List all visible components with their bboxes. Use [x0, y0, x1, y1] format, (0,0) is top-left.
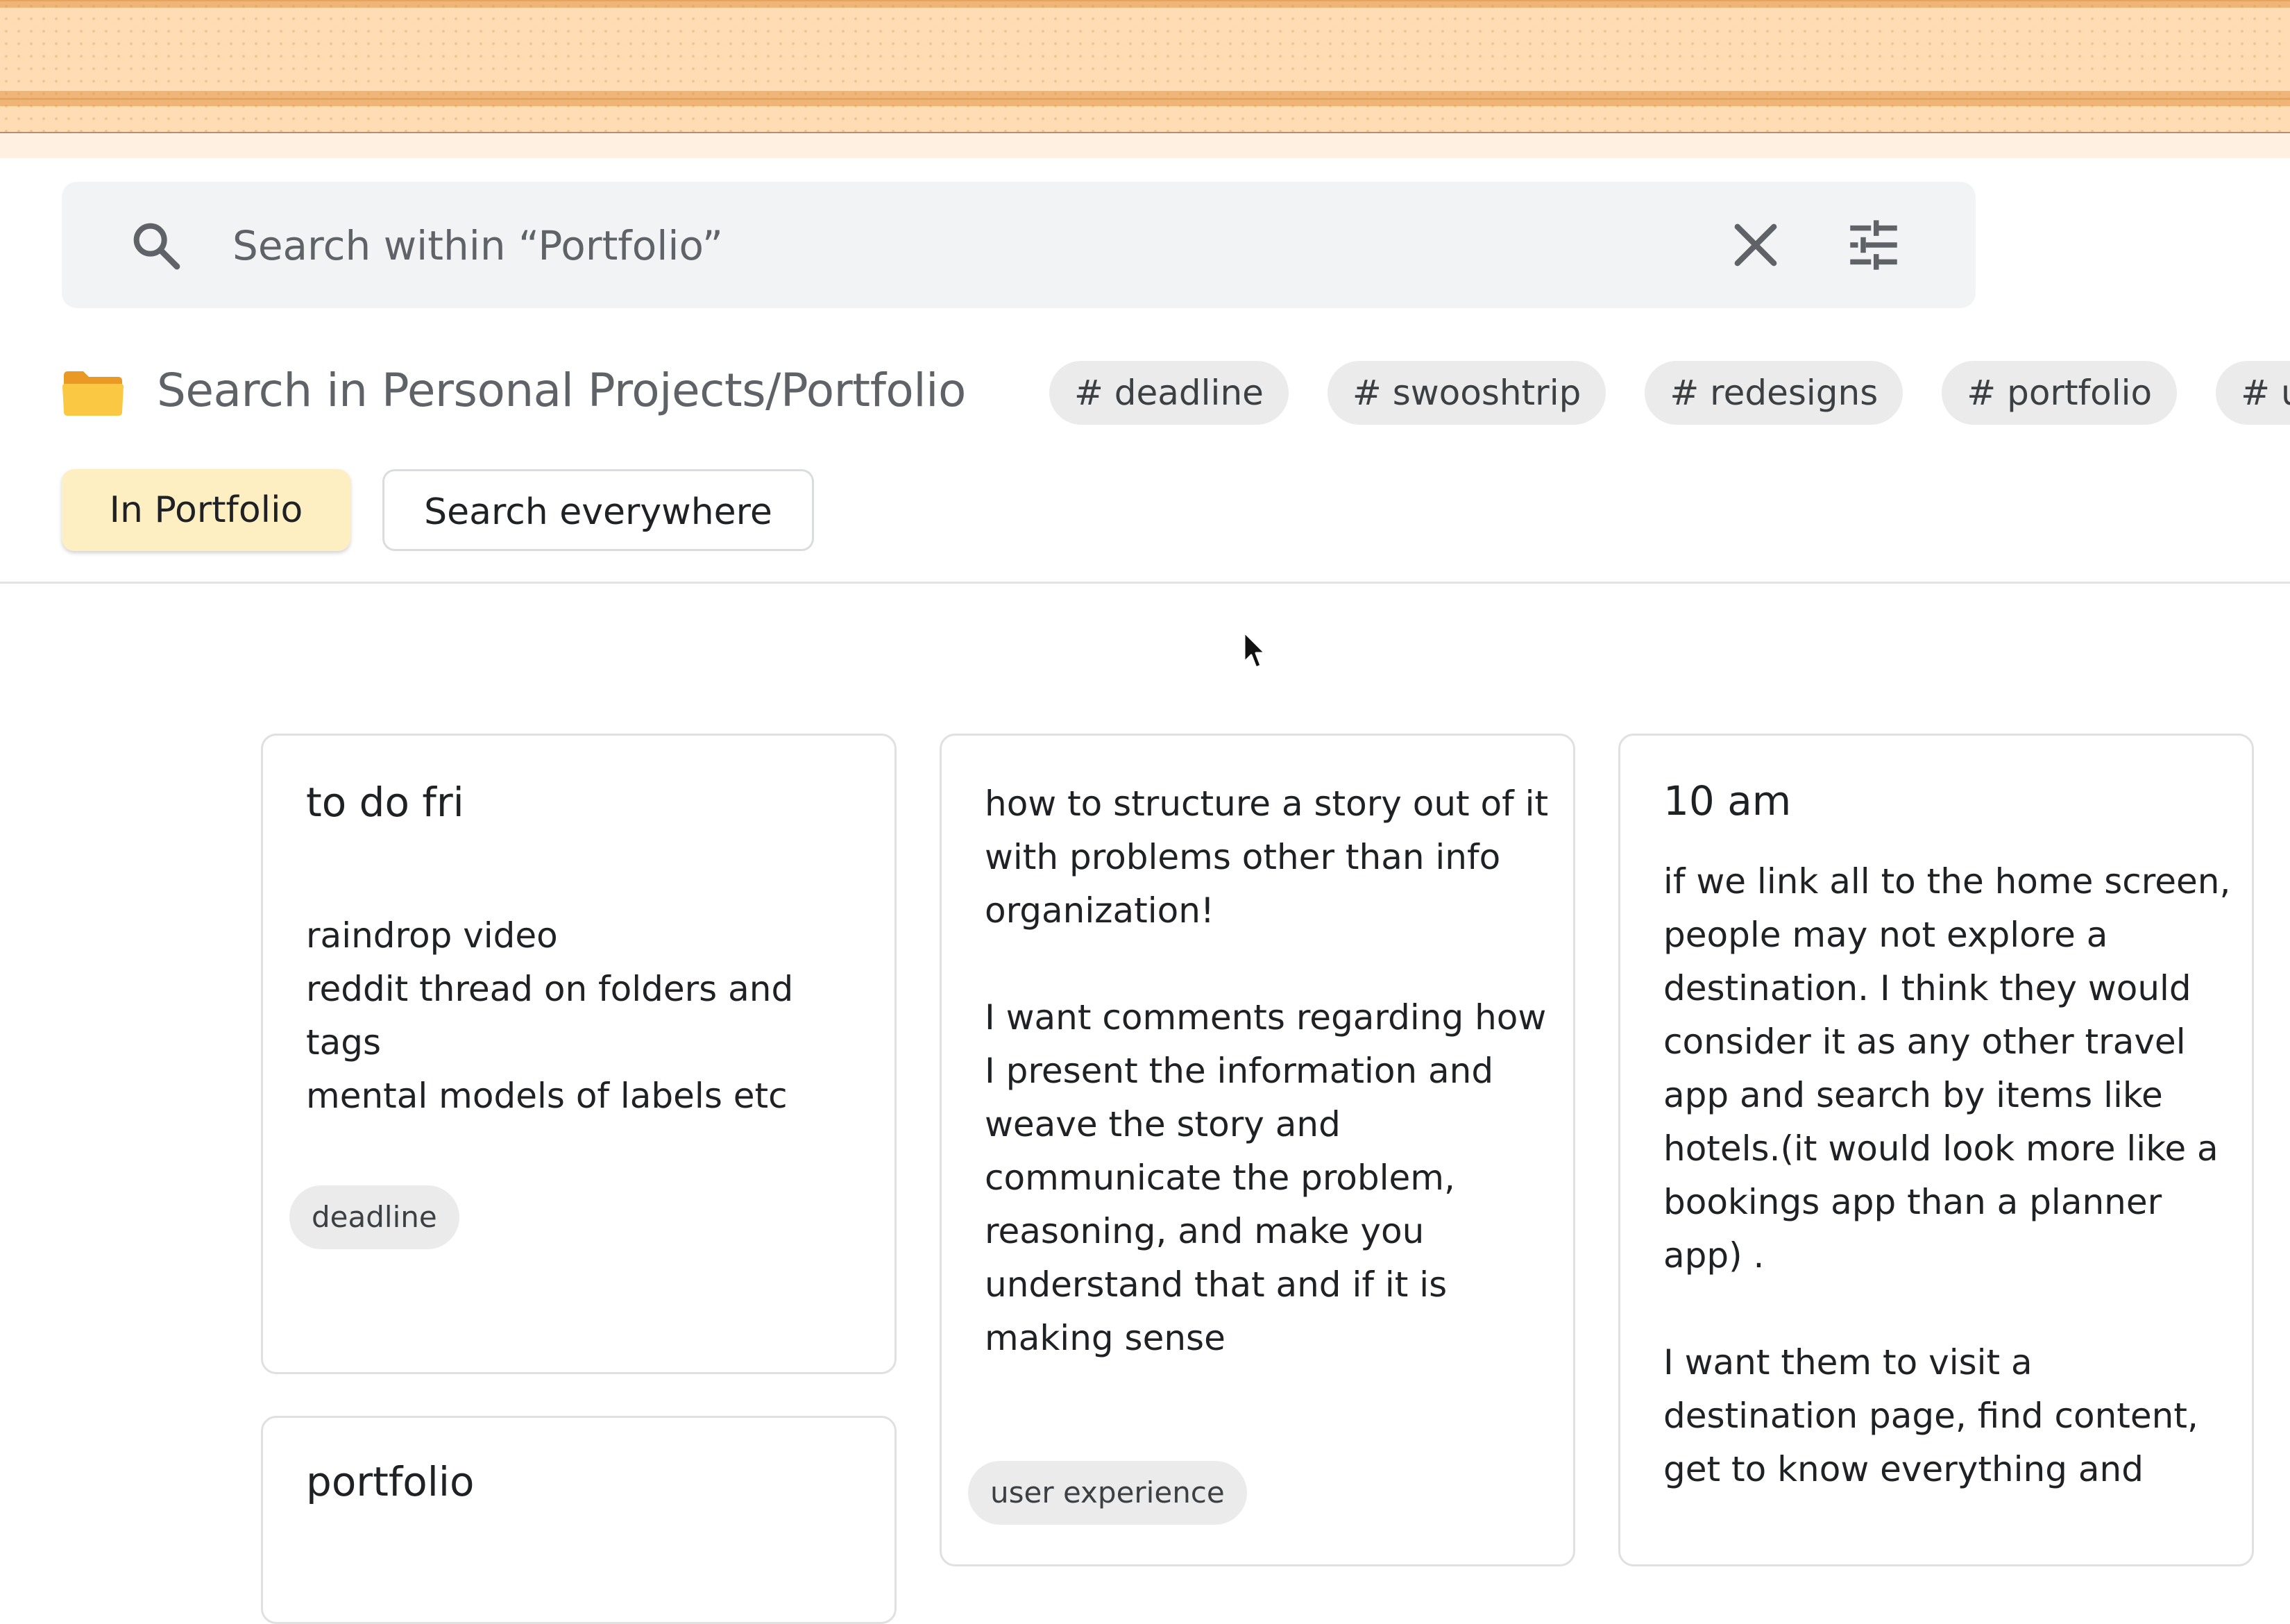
- tag-chip[interactable]: # swooshtrip: [1327, 361, 1606, 425]
- note-title: portfolio: [306, 1458, 475, 1505]
- in-portfolio-button[interactable]: In Portfolio: [62, 469, 350, 551]
- note-card[interactable]: portfolio: [261, 1416, 897, 1624]
- header-banner: [0, 0, 2290, 133]
- note-card[interactable]: to do fri raindrop video reddit thread o…: [261, 734, 897, 1374]
- divider: [0, 582, 2290, 584]
- note-body: if we link all to the home screen, peopl…: [1663, 861, 2231, 1489]
- note-body: raindrop video reddit thread on folders …: [306, 915, 794, 1116]
- location-title: Search in Personal Projects/Portfolio: [157, 364, 966, 417]
- tag-chip[interactable]: # deadline: [1049, 361, 1289, 425]
- note-title: 10 am: [1663, 777, 1792, 824]
- note-card[interactable]: how to structure a story out of it with …: [940, 734, 1575, 1566]
- note-card[interactable]: 10 am if we link all to the home screen,…: [1618, 734, 2254, 1566]
- mouse-cursor-icon: [1242, 630, 1267, 672]
- note-title: to do fri: [306, 779, 464, 826]
- tag-chip[interactable]: # portfolio: [1942, 361, 2178, 425]
- tag-chip[interactable]: # redesigns: [1645, 361, 1903, 425]
- search-everywhere-button[interactable]: Search everywhere: [382, 469, 814, 551]
- note-body: how to structure a story out of it with …: [985, 784, 1549, 1358]
- note-label[interactable]: user experience: [968, 1461, 1247, 1525]
- search-input[interactable]: [231, 214, 1726, 278]
- note-label[interactable]: deadline: [289, 1185, 459, 1249]
- close-icon[interactable]: [1724, 214, 1787, 276]
- tag-chip[interactable]: # user experience: [2216, 361, 2290, 425]
- tune-icon[interactable]: [1842, 214, 1905, 276]
- folder-icon: [61, 370, 125, 417]
- header-strip: [0, 133, 2290, 158]
- search-icon[interactable]: [128, 218, 184, 273]
- search-bar[interactable]: [62, 182, 1976, 308]
- tag-list: # deadline # swooshtrip # redesigns # portf…: [1049, 361, 2290, 428]
